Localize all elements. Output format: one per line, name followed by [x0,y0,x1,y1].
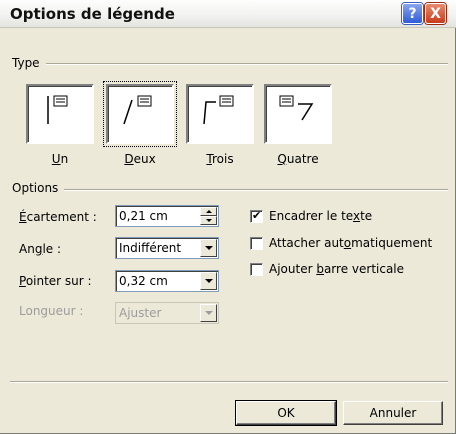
longueur-value: Ajuster [119,306,162,320]
type-label-un: Un [51,152,69,166]
checkbox-box[interactable] [250,262,263,276]
longueur-label: Longueur : [19,304,84,318]
checkbox-label: Ajouter barre verticale [269,262,405,276]
type-group-divider [46,63,448,65]
type-label-deux: Deux [124,152,156,166]
chevron-down-icon [204,246,213,250]
help-button[interactable]: ? [402,3,423,24]
dialog-title: Options de légende [10,5,175,23]
arrow-down-icon [205,219,212,222]
callout-type-un-icon [47,95,68,124]
type-option-un[interactable] [26,84,94,144]
longueur-dropdown-button [200,304,217,322]
arrow-up-icon [205,210,212,213]
type-group-label: Type [12,56,43,70]
type-label-trois: Trois [206,152,234,166]
help-icon: ? [408,5,417,22]
callout-type-deux-icon [123,95,152,125]
title-bar[interactable]: Options de légende ? X [0,0,456,28]
ok-button[interactable]: OK [235,400,337,426]
callout-type-quatre-icon [279,95,314,121]
ok-button-label: OK [277,406,295,420]
checkbox-barre-verticale[interactable]: Ajouter barre verticale [250,261,404,277]
pointer-select[interactable]: 0,32 cm [115,270,219,292]
close-icon: X [430,5,441,22]
type-option-deux[interactable] [103,81,177,147]
spin-down-button[interactable] [200,216,217,225]
legend-options-dialog: Options de légende ? X Type Un Deux Troi… [0,0,456,434]
ecartement-spinbox[interactable]: 0,21 cm [115,205,219,227]
spin-up-button[interactable] [200,207,217,216]
cancel-button-label: Annuler [369,406,417,420]
type-label-quatre: Quatre [277,152,319,166]
ecartement-spinner[interactable] [200,207,217,225]
checkbox-box[interactable]: ✔ [250,208,263,223]
chevron-down-icon [204,311,213,315]
cancel-button[interactable]: Annuler [343,401,443,425]
checkbox-box[interactable] [250,236,263,250]
angle-label: Angle : [19,242,62,256]
close-button[interactable]: X [425,3,446,24]
type-option-quatre[interactable] [264,84,332,144]
checkmark-icon: ✔ [252,208,262,222]
pointer-dropdown-button[interactable] [200,272,217,290]
chevron-down-icon [204,279,213,283]
ecartement-label: Écartement : [19,210,97,224]
ecartement-value: 0,21 cm [119,209,168,223]
options-group-label: Options [12,181,62,195]
checkbox-label: Attacher automatiquement [269,236,433,250]
bottom-divider [10,381,448,383]
pointer-value: 0,32 cm [119,274,168,288]
type-option-trois[interactable] [186,84,254,144]
checkbox-attacher-auto[interactable]: Attacher automatiquement [250,235,432,251]
angle-value: Indifférent [119,241,182,255]
angle-dropdown-button[interactable] [200,239,217,257]
callout-type-trois-icon [203,95,234,125]
options-group-divider [64,189,448,191]
checkbox-label: Encadrer le texte [269,209,373,223]
pointer-label: Pointer sur : [19,274,92,288]
longueur-select: Ajuster [115,302,219,324]
checkbox-encadrer-texte[interactable]: ✔ Encadrer le texte [250,208,372,224]
angle-select[interactable]: Indifférent [115,237,219,259]
